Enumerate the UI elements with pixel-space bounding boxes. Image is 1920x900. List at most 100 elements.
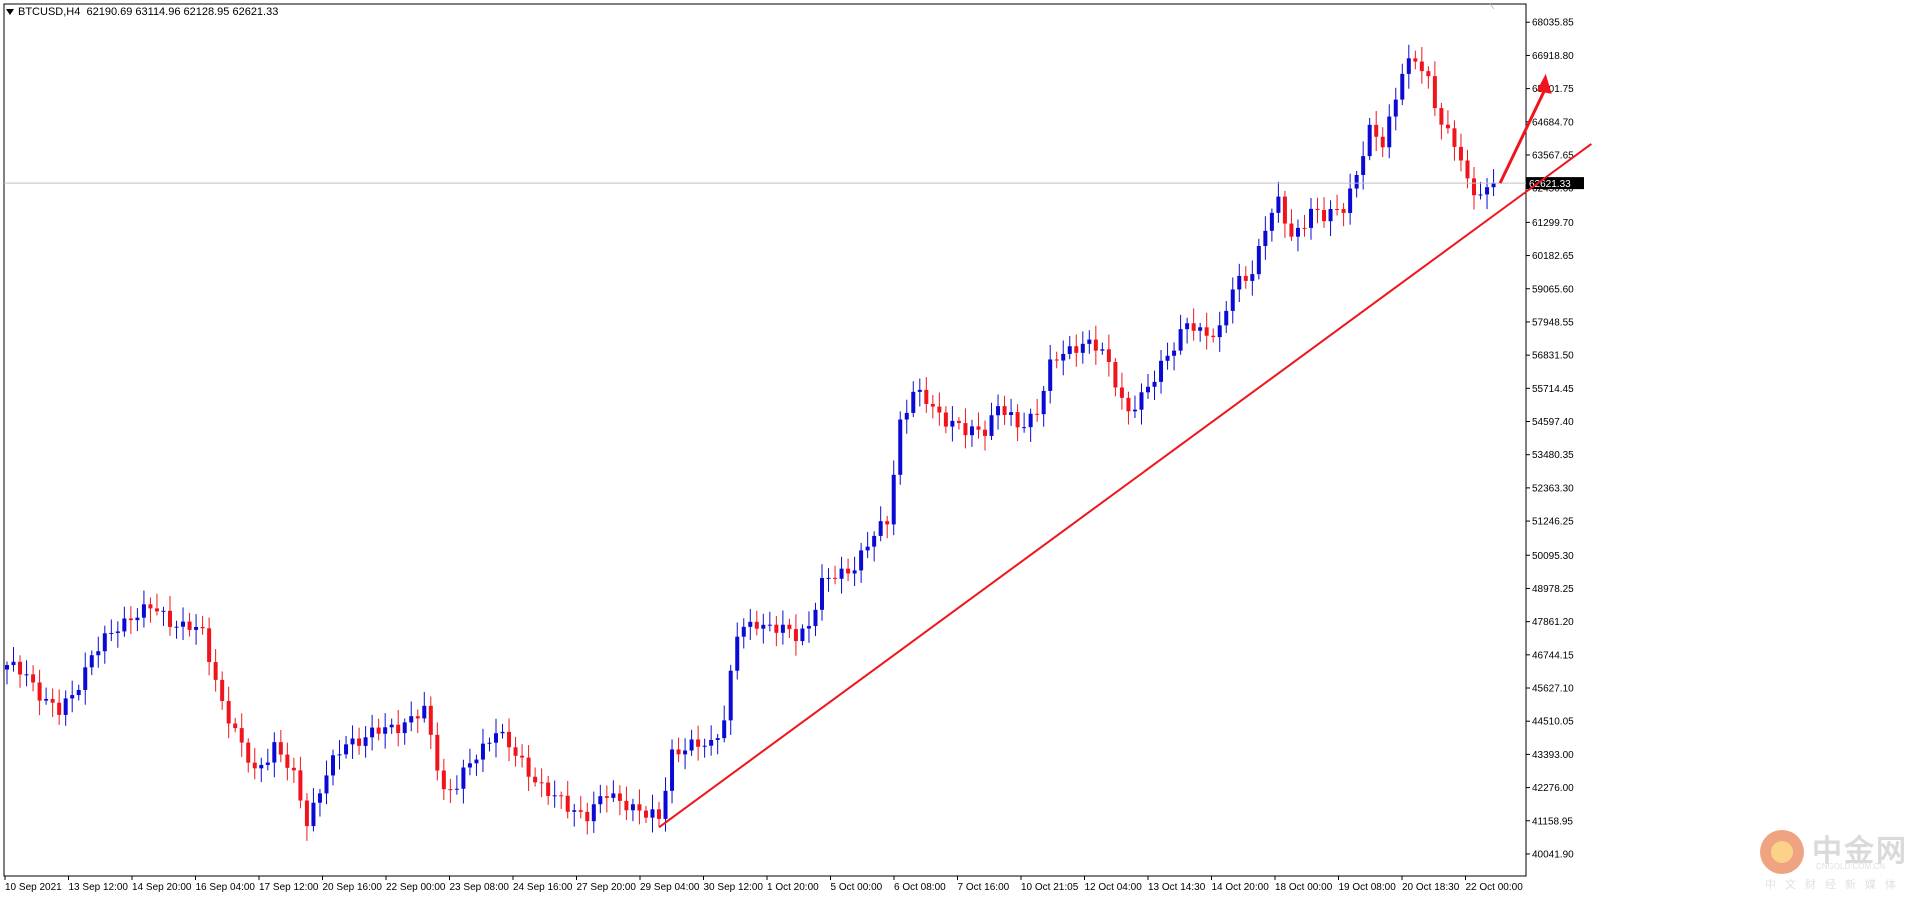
bear-candle [624,800,629,811]
bull-candle [194,626,199,630]
bull-candle [467,763,472,768]
bull-candle [370,727,375,738]
bull-candle [1237,275,1242,290]
time-tick-label: 13 Oct 14:30 [1148,882,1206,893]
price-tick-label: 68035.85 [1532,18,1574,29]
bull-candle [344,744,349,755]
price-chart-svg[interactable]: 68035.8566918.8065801.7564684.7063567.65… [0,0,1920,900]
bull-candle [826,577,831,579]
bull-candle [1406,58,1411,74]
bear-candle [1054,359,1059,361]
bear-candle [924,389,929,404]
bear-candle [565,795,570,812]
bear-candle [546,782,551,796]
bear-candle [956,420,961,424]
bull-candle [820,577,824,610]
time-tick-label: 13 Sep 12:00 [69,882,129,893]
time-tick-label: 19 Oct 08:00 [1339,882,1397,893]
cngold-logo-icon [1760,830,1804,874]
bull-candle [989,415,994,436]
bull-candle [102,633,107,652]
bear-candle [154,608,159,612]
bull-candle [1256,245,1261,275]
bear-candle [539,782,544,784]
bull-candle [122,618,127,632]
bull-candle [311,802,316,827]
bull-candle [1178,329,1183,351]
bear-candle [1380,136,1385,148]
time-tick-label: 30 Sep 12:00 [704,882,764,893]
bull-candle [24,674,29,676]
bull-candle [1139,392,1144,410]
bull-candle [1087,339,1092,344]
bear-candle [207,628,212,663]
price-tick-label: 44510.05 [1532,717,1574,728]
bull-candle [1276,196,1281,213]
bull-candle [1198,327,1203,331]
scroll-marker [1489,3,1495,10]
bull-candle [767,624,772,626]
bear-candle [1093,339,1098,351]
bear-candle [31,674,36,683]
bull-candle [70,695,75,699]
bear-candle [963,423,968,436]
bull-candle [950,420,955,427]
price-tick-label: 57948.55 [1532,317,1574,328]
bull-candle [1172,350,1177,356]
bear-candle [643,810,648,818]
bull-candle [324,775,329,794]
bear-candle [1465,160,1470,179]
bull-candle [1028,413,1033,428]
bear-candle [676,749,681,755]
bear-candle [187,621,192,630]
bull-candle [1230,289,1235,311]
time-tick-label: 12 Oct 04:00 [1085,882,1143,893]
bull-candle [1185,323,1190,330]
bull-candle [670,749,675,791]
price-tick-label: 46744.15 [1532,650,1574,661]
uptrend-arrow-shaft [1498,87,1548,184]
bear-candle [1335,208,1340,210]
price-tick-label: 56831.50 [1532,351,1574,362]
bear-candle [526,757,531,777]
bull-candle [363,737,368,746]
bull-candle [1250,274,1255,281]
bull-candle [350,738,355,745]
price-tick-label: 54597.40 [1532,417,1574,428]
bull-candle [741,626,746,637]
bull-candle [135,617,140,621]
bull-candle [878,521,883,536]
bear-candle [604,796,609,798]
bear-candle [617,793,622,801]
bear-candle [1106,349,1111,362]
trading-chart[interactable]: BTCUSD,H4 62190.69 63114.96 62128.95 626… [0,0,1920,900]
bear-candle [1452,128,1457,147]
bear-candle [1282,196,1287,224]
bear-candle [285,754,290,768]
bear-candle [1113,361,1118,388]
bear-candle [774,624,779,633]
bear-candle [1002,406,1007,416]
bear-candle [833,577,838,579]
bear-candle [1472,178,1476,196]
bull-candle [409,716,414,723]
bull-candle [1295,227,1300,237]
bear-candle [1126,397,1131,412]
bull-candle [969,426,974,436]
bull-candle [872,535,877,547]
bear-candle [128,618,133,621]
bull-candle [109,632,114,634]
price-tick-label: 63567.65 [1532,150,1574,161]
price-tick-label: 61299.70 [1532,218,1574,229]
bull-candle [265,762,270,765]
bull-candle [611,793,616,798]
bear-candle [578,810,583,812]
bull-candle [500,731,505,734]
bear-candle [930,403,935,407]
bull-candle [317,793,322,803]
bear-candle [278,742,283,755]
watermark-tagline: 中文财经新媒体 [1765,878,1905,891]
bear-candle [396,724,401,734]
bear-candle [428,705,433,735]
time-tick-label: 6 Oct 08:00 [894,882,946,893]
